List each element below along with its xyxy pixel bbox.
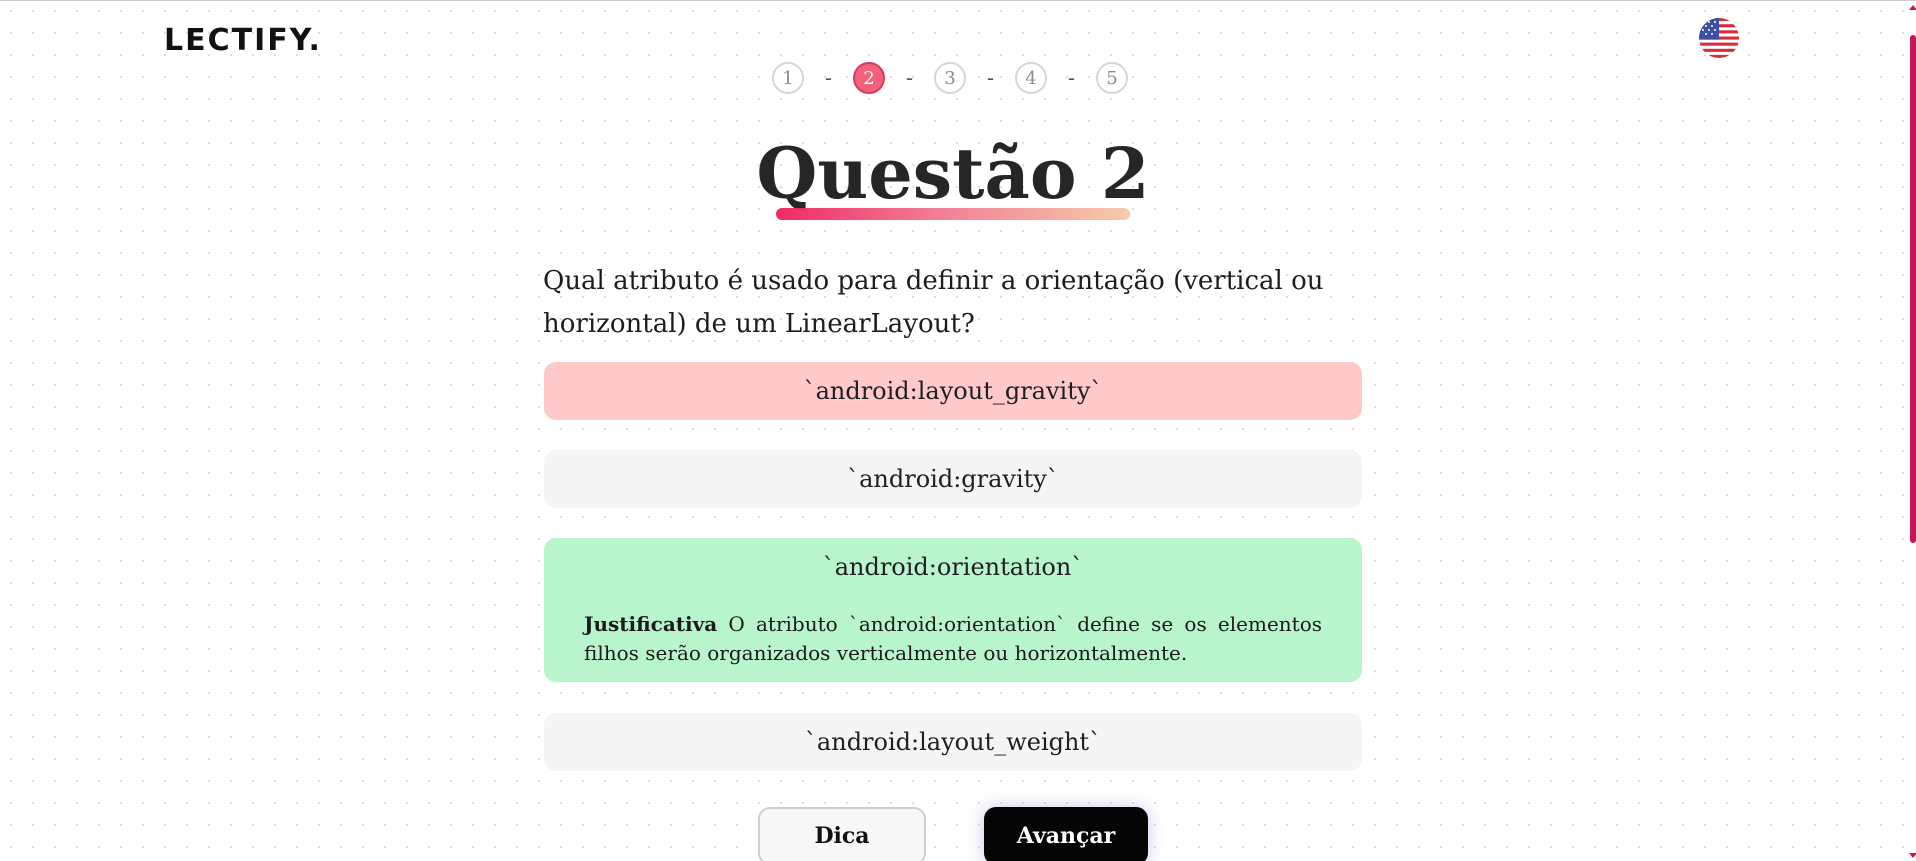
step-1[interactable]: 1 <box>772 62 804 94</box>
step-3[interactable]: 3 <box>934 62 966 94</box>
question-stepper: 1 - 2 - 3 - 4 - 5 <box>772 62 1128 94</box>
hint-button[interactable]: Dica <box>758 807 926 861</box>
answer-option[interactable]: `android:gravity` <box>544 450 1362 508</box>
scroll-up-arrow-icon[interactable] <box>1909 5 1916 10</box>
step-separator: - <box>824 66 833 90</box>
answer-option[interactable]: `android:layout_weight` <box>544 713 1362 771</box>
step-5[interactable]: 5 <box>1096 62 1128 94</box>
justification-label: Justificativa <box>584 612 718 636</box>
answer-option-label: `android:layout_gravity` <box>803 377 1103 405</box>
scroll-down-arrow-icon[interactable] <box>1909 853 1916 858</box>
answer-justification: Justificativa O atributo `android:orient… <box>544 596 1362 682</box>
title-underline <box>776 208 1130 220</box>
quiz-page: LECTIFY. 1 - 2 - 3 - 4 - 5 Questão 2 Qua… <box>0 0 1916 861</box>
step-2-current[interactable]: 2 <box>853 62 885 94</box>
answer-option-label: `android:orientation` <box>822 553 1084 581</box>
answer-option-label: `android:gravity` <box>847 465 1059 493</box>
brand-logo[interactable]: LECTIFY. <box>164 23 322 58</box>
us-flag-icon[interactable] <box>1699 18 1739 58</box>
step-separator: - <box>986 66 995 90</box>
answer-option-label: `android:layout_weight` <box>804 728 1102 756</box>
step-separator: - <box>905 66 914 90</box>
step-separator: - <box>1067 66 1076 90</box>
answer-option-wrong[interactable]: `android:layout_gravity` <box>544 362 1362 420</box>
next-button[interactable]: Avançar <box>984 807 1148 861</box>
answer-option-correct[interactable]: `android:orientation` Justificativa O at… <box>544 538 1362 682</box>
question-title: Questão 2 <box>756 132 1150 215</box>
question-text: Qual atributo é usado para definir a ori… <box>543 266 1324 339</box>
page-scrollbar-thumb[interactable] <box>1910 35 1916 543</box>
step-4[interactable]: 4 <box>1015 62 1047 94</box>
